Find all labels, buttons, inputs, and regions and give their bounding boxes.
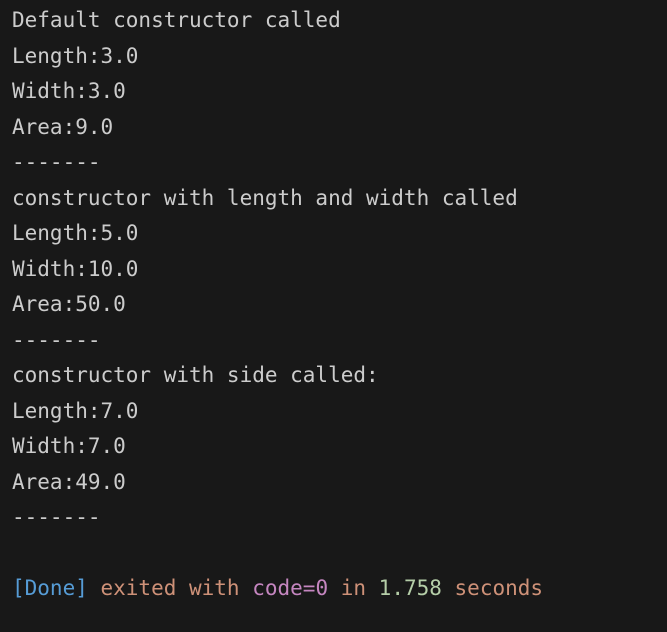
- output-line: Area:9.0: [12, 114, 114, 139]
- output-line: Default constructor called: [12, 8, 341, 32]
- run-duration: 1.758: [378, 576, 442, 600]
- output-line: Width:10.0: [12, 256, 139, 281]
- run-status-line: [Done] exited with code=0 in 1.758 secon…: [12, 571, 667, 607]
- exit-code: code=0: [252, 576, 329, 600]
- output-line: Length:3.0: [12, 43, 139, 68]
- output-line: constructor with side called:: [12, 363, 379, 387]
- output-panel[interactable]: Default constructor called Length:3.0 Wi…: [0, 0, 667, 632]
- output-line: Width:7.0: [12, 434, 126, 458]
- output-line: Area:50.0: [12, 292, 126, 316]
- output-line: constructor with length and width called: [12, 185, 518, 210]
- output-line: Length:5.0: [12, 221, 139, 245]
- done-tag: [Done]: [12, 576, 88, 600]
- status-text: seconds: [441, 576, 544, 600]
- output-line: Area:49.0: [12, 469, 126, 494]
- output-separator: -------: [12, 505, 101, 529]
- output-line: Width:3.0: [12, 79, 126, 103]
- status-text: exited with: [87, 576, 253, 600]
- output-separator: -------: [12, 150, 101, 174]
- status-text: in: [328, 576, 379, 600]
- output-separator: -------: [12, 327, 101, 352]
- output-line: Length:7.0: [12, 398, 139, 423]
